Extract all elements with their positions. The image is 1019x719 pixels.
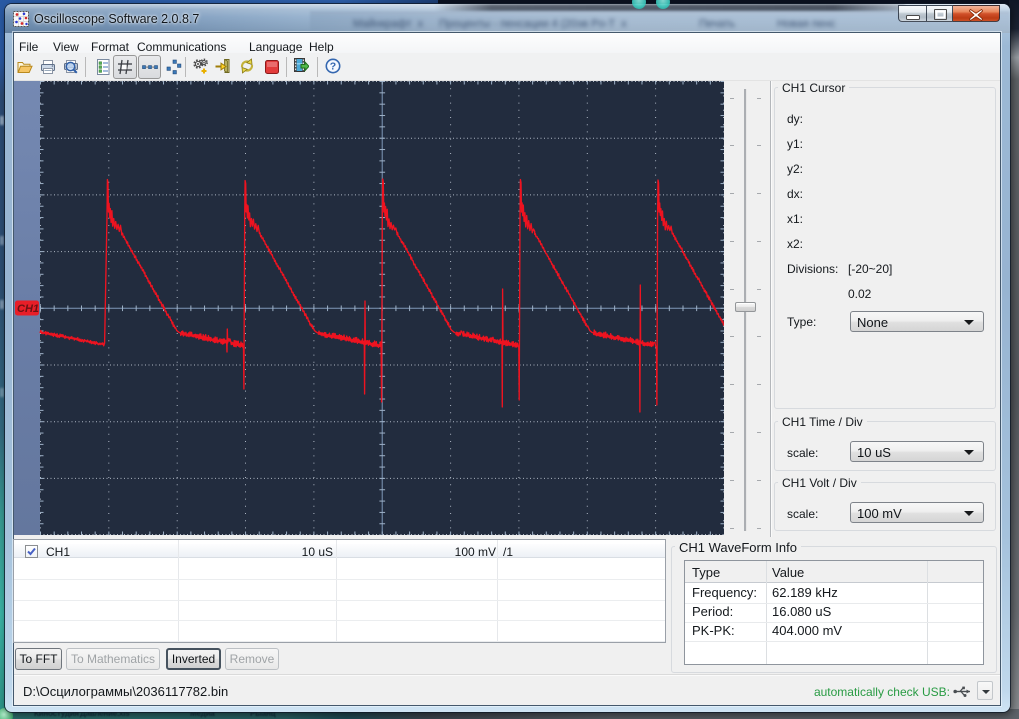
svg-text:?: ?	[330, 61, 336, 73]
svg-text:CH1: CH1	[17, 303, 39, 315]
